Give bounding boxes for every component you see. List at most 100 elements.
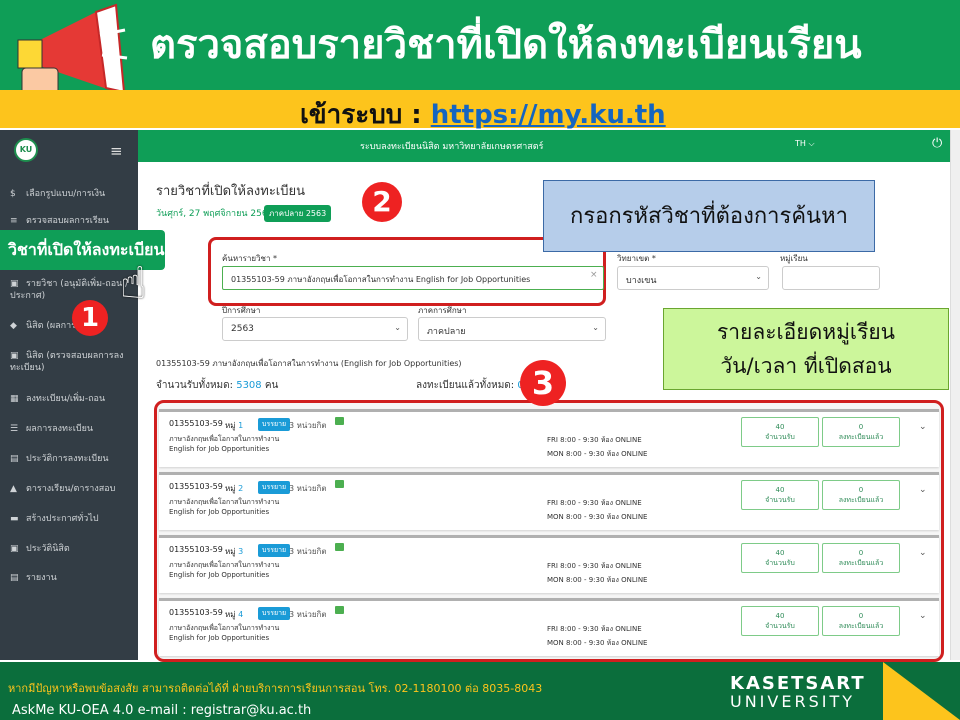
section-label: หมู่เรียน bbox=[780, 254, 808, 263]
section-time-1: FRI 8:00 - 9:30 ห้อง ONLINE bbox=[547, 562, 642, 570]
search-label: ค้นหารายวิชา * bbox=[222, 254, 278, 263]
section-type-badge: บรรยาย bbox=[258, 418, 291, 431]
sidebar-item-icon: ◆ bbox=[10, 321, 17, 331]
sidebar-item-label: ตารางเรียน/ตารางสอบ bbox=[26, 484, 116, 494]
section-course-code: 01355103-59 bbox=[169, 608, 223, 617]
section-enrolled: 0 ลงทะเบียนแล้ว bbox=[822, 543, 900, 573]
sidebar-item[interactable]: ▣ รายวิชา (อนุมัติเพิ่ม-ถอน / ประกาศ) bbox=[10, 278, 136, 302]
section-list: 01355103-59 หมู่ 1 บรรยาย 3 หน่วยกิต ภาษาอัง… bbox=[154, 400, 944, 662]
year-label: ปีการศึกษา bbox=[222, 306, 261, 315]
sidebar-item[interactable]: ▤ ประวัติการลงทะเบียน bbox=[10, 453, 136, 465]
comment-icon[interactable] bbox=[335, 417, 344, 425]
clear-icon[interactable]: × bbox=[590, 270, 598, 280]
section-time-2: MON 8:00 - 9:30 ห้อง ONLINE bbox=[547, 450, 648, 458]
sidebar-item-label: รายงาน bbox=[26, 573, 57, 583]
section-card[interactable]: 01355103-59 หมู่ 2 บรรยาย 3 หน่วยกิต ภาษาอัง… bbox=[159, 472, 939, 530]
section-time-2: MON 8:00 - 9:30 ห้อง ONLINE bbox=[547, 576, 648, 584]
comment-icon[interactable] bbox=[335, 543, 344, 551]
section-credit: 3 หน่วยกิต bbox=[289, 547, 327, 556]
section-course-name-th: ภาษาอังกฤษเพื่อโอกาสในการทำงาน bbox=[169, 624, 280, 632]
sidebar-item[interactable]: ≡ ตรวจสอบผลการเรียน bbox=[10, 215, 136, 227]
power-icon[interactable]: ⏻ bbox=[932, 136, 942, 151]
sidebar-item-label: นิสิต (ตรวจสอบผลการลงทะเบียน) bbox=[10, 351, 124, 373]
section-course-name-th: ภาษาอังกฤษเพื่อโอกาสในการทำงาน bbox=[169, 561, 280, 569]
section-card[interactable]: 01355103-59 หมู่ 1 บรรยาย 3 หน่วยกิต ภาษาอัง… bbox=[159, 409, 939, 467]
footer-askme: AskMe KU-OEA 4.0 e-mail : registrar@ku.a… bbox=[12, 703, 312, 718]
section-time-2: MON 8:00 - 9:30 ห้อง ONLINE bbox=[547, 639, 648, 647]
language-selector[interactable]: TH ⌵ bbox=[795, 139, 815, 149]
campus-select[interactable]: บางเขน ⌄ bbox=[617, 266, 769, 290]
chevron-down-icon[interactable]: ⌄ bbox=[919, 422, 927, 432]
section-course-code: 01355103-59 bbox=[169, 482, 223, 491]
sidebar-item-icon: ▲ bbox=[10, 484, 17, 494]
sidebar-item[interactable]: ▣ ประวัตินิสิต bbox=[10, 543, 136, 555]
sidebar-item[interactable]: ▣ นิสิต (ตรวจสอบผลการลงทะเบียน) bbox=[10, 350, 136, 374]
year-select[interactable]: 2563 ⌄ bbox=[222, 317, 408, 341]
section-enrolled: 0 ลงทะเบียนแล้ว bbox=[822, 480, 900, 510]
chevron-down-icon[interactable]: ⌄ bbox=[919, 485, 927, 495]
section-number: หมู่ 1 bbox=[225, 421, 244, 430]
term-badge: ภาคปลาย 2563 bbox=[264, 205, 332, 222]
section-card[interactable]: 01355103-59 หมู่ 4 บรรยาย 3 หน่วยกิต ภาษาอัง… bbox=[159, 598, 939, 656]
section-number: หมู่ 3 bbox=[225, 547, 244, 556]
sidebar-item-icon: ▬ bbox=[10, 514, 19, 524]
sidebar-item-icon: ▣ bbox=[10, 279, 19, 289]
chevron-down-icon[interactable]: ⌄ bbox=[919, 548, 927, 558]
app-header bbox=[138, 130, 950, 162]
step-2-marker: 2 bbox=[362, 182, 402, 222]
corner-decoration bbox=[883, 662, 960, 720]
page-date: วันศุกร์, 27 พฤศจิกายน 2563 bbox=[156, 209, 274, 219]
campus-label: วิทยาเขต * bbox=[617, 254, 656, 263]
sidebar-item-icon: ≡ bbox=[10, 216, 18, 226]
banner-title: ตรวจสอบรายวิชาที่เปิดให้ลงทะเบียนเรียน bbox=[150, 22, 862, 68]
sidebar-item-label: สร้างประกาศทั่วไป bbox=[26, 514, 99, 524]
sidebar-item[interactable]: $ เลือกรูปแบบ/การเงิน bbox=[10, 188, 136, 200]
section-course-name-en: English for Job Opportunities bbox=[169, 634, 270, 642]
footer-contact: หากมีปัญหาหรือพบข้อสงสัย สามารถติดต่อได้… bbox=[8, 682, 543, 695]
sidebar-item[interactable]: ☰ ผลการลงทะเบียน bbox=[10, 423, 136, 435]
chevron-down-icon: ⌄ bbox=[592, 323, 599, 332]
sidebar-item-icon: ▦ bbox=[10, 394, 19, 404]
scrollbar[interactable] bbox=[950, 130, 960, 660]
section-course-code: 01355103-59 bbox=[169, 419, 223, 428]
sidebar-item-icon: ▣ bbox=[10, 544, 19, 554]
search-hint-callout: กรอกรหัสวิชาที่ต้องการค้นหา bbox=[543, 180, 875, 252]
sidebar-item-label: เลือกรูปแบบ/การเงิน bbox=[26, 189, 106, 199]
section-time-1: FRI 8:00 - 9:30 ห้อง ONLINE bbox=[547, 436, 642, 444]
sidebar-item-icon: ▣ bbox=[10, 351, 19, 361]
sidebar-item-label: ประวัตินิสิต bbox=[26, 544, 70, 554]
comment-icon[interactable] bbox=[335, 606, 344, 614]
login-link[interactable]: https://my.ku.th bbox=[431, 100, 666, 130]
sidebar-item-icon: $ bbox=[10, 189, 16, 199]
section-input[interactable] bbox=[782, 266, 880, 290]
sidebar-item-icon: ▤ bbox=[10, 454, 19, 464]
section-type-badge: บรรยาย bbox=[258, 481, 291, 494]
sidebar-item[interactable]: ▬ สร้างประกาศทั่วไป bbox=[10, 513, 136, 525]
comment-icon[interactable] bbox=[335, 480, 344, 488]
section-card[interactable]: 01355103-59 หมู่ 3 บรรยาย 3 หน่วยกิต ภาษาอัง… bbox=[159, 535, 939, 593]
step-1-marker: 1 bbox=[72, 300, 108, 336]
section-course-name-en: English for Job Opportunities bbox=[169, 445, 270, 453]
sidebar-item-label: ลงทะเบียน/เพิ่ม-ถอน bbox=[26, 394, 106, 404]
section-quota: 40 จำนวนรับ bbox=[741, 606, 819, 636]
sidebar-item[interactable]: ▦ ลงทะเบียน/เพิ่ม-ถอน bbox=[10, 393, 136, 405]
semester-label: ภาคการศึกษา bbox=[418, 306, 467, 315]
sidebar-item-label: ตรวจสอบผลการเรียน bbox=[26, 216, 110, 226]
semester-select[interactable]: ภาคปลาย ⌄ bbox=[418, 317, 606, 341]
sidebar-item[interactable]: ▲ ตารางเรียน/ตารางสอบ bbox=[10, 483, 136, 495]
section-time-1: FRI 8:00 - 9:30 ห้อง ONLINE bbox=[547, 499, 642, 507]
step-3-marker: 3 bbox=[520, 360, 566, 406]
course-search-input[interactable]: 01355103-59 ภาษาอังกฤษเพื่อโอกาสในการทำง… bbox=[222, 266, 604, 290]
sidebar-item-label: ประวัติการลงทะเบียน bbox=[26, 454, 109, 464]
section-enrolled: 0 ลงทะเบียนแล้ว bbox=[822, 417, 900, 447]
section-credit: 3 หน่วยกิต bbox=[289, 484, 327, 493]
section-quota: 40 จำนวนรับ bbox=[741, 480, 819, 510]
sidebar-item[interactable]: ▤ รายงาน bbox=[10, 572, 136, 584]
sidebar-item-icon: ☰ bbox=[10, 424, 19, 434]
hamburger-menu-icon[interactable]: ≡ bbox=[110, 142, 123, 160]
chevron-down-icon[interactable]: ⌄ bbox=[919, 611, 927, 621]
section-type-badge: บรรยาย bbox=[258, 607, 291, 620]
login-instruction: เข้าระบบ : https://my.ku.th bbox=[300, 100, 666, 130]
section-number: หมู่ 4 bbox=[225, 610, 244, 619]
section-credit: 3 หน่วยกิต bbox=[289, 421, 327, 430]
